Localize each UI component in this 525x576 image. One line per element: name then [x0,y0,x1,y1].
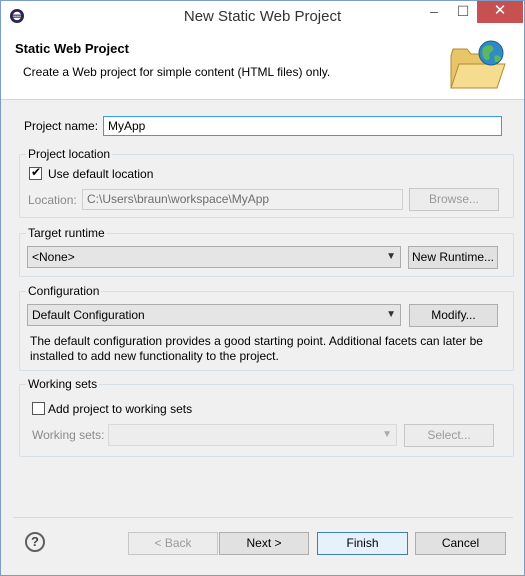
use-default-location-checkbox[interactable]: ✔ [29,165,42,180]
cancel-button[interactable]: Cancel [415,532,506,555]
browse-button[interactable]: Browse... [409,188,499,211]
project-location-title: Project location [26,147,113,161]
dialog-window: New Static Web Project – ☐ ✕ Static Web … [0,0,525,576]
close-button[interactable]: ✕ [477,1,523,23]
configuration-value: Default Configuration [32,308,145,322]
web-project-folder-icon [450,40,506,89]
help-icon[interactable]: ? [25,532,45,552]
select-working-sets-button[interactable]: Select... [404,424,494,447]
target-runtime-select[interactable]: <None> ▼ [27,246,401,268]
maximize-button[interactable]: ☐ [448,1,478,23]
configuration-description-line1: The default configuration provides a goo… [30,334,483,348]
wizard-banner: Static Web Project Create a Web project … [1,32,524,100]
use-default-location-label[interactable]: Use default location [48,167,153,181]
banner-description: Create a Web project for simple content … [23,65,331,79]
new-runtime-button[interactable]: New Runtime... [408,246,498,269]
add-to-working-sets-checkbox[interactable] [32,402,45,415]
add-to-working-sets-label[interactable]: Add project to working sets [48,402,192,416]
check-icon: ✔ [31,165,42,179]
location-input[interactable]: C:\Users\braun\workspace\MyApp [82,189,403,210]
configuration-title: Configuration [26,284,102,298]
location-label: Location: [28,193,77,207]
minimize-button[interactable]: – [419,1,449,23]
back-button[interactable]: < Back [128,532,218,555]
project-name-label: Project name: [24,119,99,133]
chevron-down-icon: ▼ [382,429,392,440]
working-sets-label: Working sets: [32,428,105,442]
chevron-down-icon: ▼ [386,309,396,320]
target-runtime-title: Target runtime [26,226,107,240]
modify-button[interactable]: Modify... [409,304,498,327]
finish-button[interactable]: Finish [317,532,408,555]
footer-separator [13,517,513,518]
target-runtime-value: <None> [32,250,75,264]
title-bar[interactable]: New Static Web Project – ☐ ✕ [1,1,524,32]
working-sets-select[interactable]: ▼ [108,424,397,446]
project-name-input[interactable]: MyApp [103,116,502,136]
next-button[interactable]: Next > [219,532,309,555]
configuration-description-line2: installed to add new functionality to th… [30,349,279,363]
configuration-select[interactable]: Default Configuration ▼ [27,304,401,326]
chevron-down-icon: ▼ [386,251,396,262]
working-sets-title: Working sets [26,377,100,391]
banner-title: Static Web Project [15,41,129,56]
